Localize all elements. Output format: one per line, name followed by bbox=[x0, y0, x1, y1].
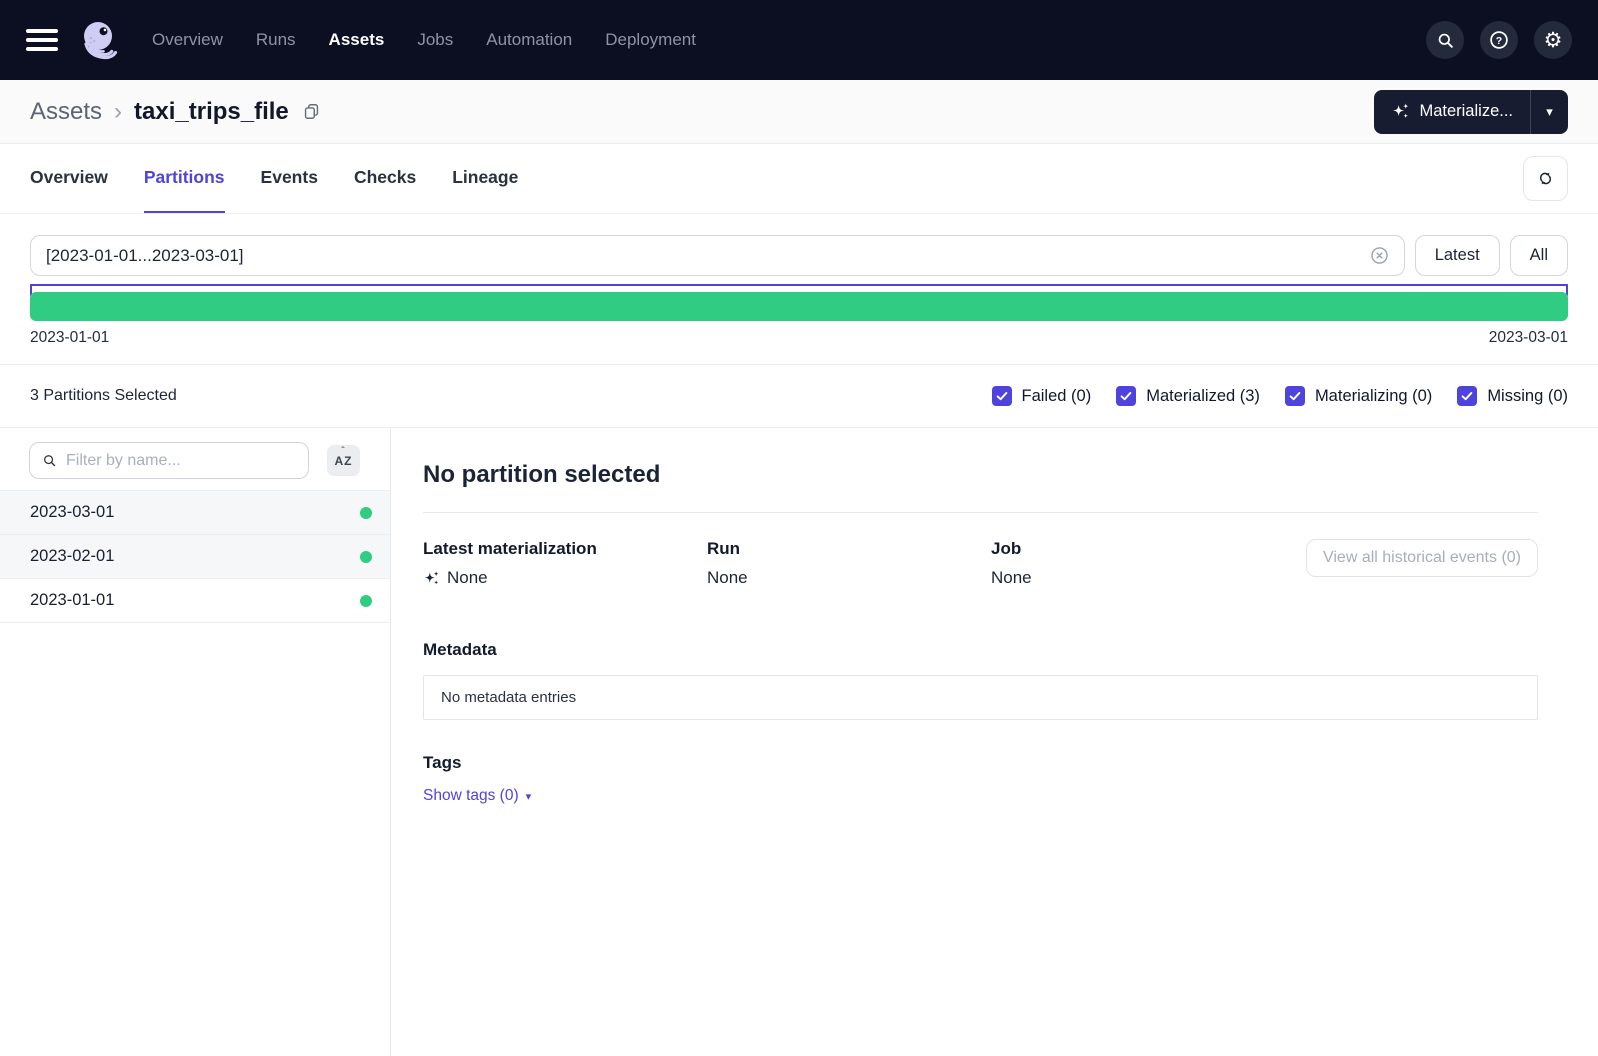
clear-range-icon[interactable] bbox=[1369, 245, 1390, 266]
tags-heading: Tags bbox=[423, 753, 1538, 773]
partition-range-section: [2023-01-01...2023-03-01] Latest All 202… bbox=[0, 214, 1598, 364]
nav-item-jobs[interactable]: Jobs bbox=[417, 30, 453, 50]
nav-item-runs[interactable]: Runs bbox=[256, 30, 296, 50]
tab-partitions[interactable]: Partitions bbox=[144, 144, 225, 213]
partitions-selected-count: 3 Partitions Selected bbox=[30, 387, 177, 405]
latest-button[interactable]: Latest bbox=[1415, 235, 1500, 276]
filter-materialized[interactable]: Materialized (3) bbox=[1116, 386, 1260, 406]
filter-failed[interactable]: Failed (0) bbox=[992, 386, 1092, 406]
partition-list-panel: ˆ AZ 2023-03-01 2023-02-01 2023-01-01 bbox=[0, 428, 391, 1056]
checkbox-checked-icon[interactable] bbox=[992, 386, 1012, 406]
nav-actions: ? ⚙ bbox=[1426, 21, 1572, 59]
job-stat: Job None bbox=[991, 539, 1275, 588]
settings-gear-icon[interactable]: ⚙ bbox=[1534, 21, 1572, 59]
metadata-heading: Metadata bbox=[423, 640, 1538, 660]
partition-row[interactable]: 2023-03-01 bbox=[0, 491, 390, 535]
breadcrumb-assets-link[interactable]: Assets bbox=[30, 98, 102, 126]
partition-list: 2023-03-01 2023-02-01 2023-01-01 bbox=[0, 490, 390, 623]
chevron-down-icon: ▾ bbox=[526, 790, 532, 803]
partition-range-value: [2023-01-01...2023-03-01] bbox=[46, 246, 1369, 266]
svg-text:?: ? bbox=[1496, 35, 1502, 47]
nav-item-deployment[interactable]: Deployment bbox=[605, 30, 696, 50]
breadcrumb-separator: › bbox=[114, 98, 122, 126]
range-end-label: 2023-03-01 bbox=[1489, 329, 1568, 347]
dagster-app: Overview Runs Assets Jobs Automation Dep… bbox=[0, 0, 1598, 1056]
filter-by-name-field[interactable] bbox=[66, 452, 296, 470]
partition-row[interactable]: 2023-02-01 bbox=[0, 535, 390, 579]
range-start-label: 2023-01-01 bbox=[30, 329, 109, 347]
checkbox-checked-icon[interactable] bbox=[1285, 386, 1305, 406]
partition-row[interactable]: 2023-01-01 bbox=[0, 579, 390, 623]
asset-header: Assets › taxi_trips_file Materialize... … bbox=[0, 80, 1598, 144]
materialized-status-dot bbox=[360, 507, 372, 519]
page-title: taxi_trips_file bbox=[134, 98, 289, 126]
refresh-icon bbox=[1536, 169, 1555, 188]
detail-title: No partition selected bbox=[423, 461, 1538, 489]
view-historical-events-button[interactable]: View all historical events (0) bbox=[1306, 539, 1538, 577]
materialized-status-dot bbox=[360, 595, 372, 607]
nav-item-automation[interactable]: Automation bbox=[486, 30, 572, 50]
refresh-button[interactable] bbox=[1523, 156, 1568, 201]
checkbox-checked-icon[interactable] bbox=[1116, 386, 1136, 406]
checkbox-checked-icon[interactable] bbox=[1457, 386, 1477, 406]
tab-checks[interactable]: Checks bbox=[354, 144, 416, 213]
copy-icon[interactable] bbox=[302, 102, 321, 121]
materialize-button-group: Materialize... ▾ bbox=[1374, 90, 1568, 134]
materialize-dropdown-button[interactable]: ▾ bbox=[1531, 90, 1568, 134]
partition-health-bar[interactable] bbox=[30, 292, 1568, 321]
tab-overview[interactable]: Overview bbox=[30, 144, 108, 213]
materialized-status-dot bbox=[360, 551, 372, 563]
asset-tabs-row: Overview Partitions Events Checks Lineag… bbox=[0, 144, 1598, 214]
metadata-empty-box: No metadata entries bbox=[423, 675, 1538, 720]
sparkle-icon bbox=[1391, 102, 1410, 121]
status-filters: Failed (0) Materialized (3) Materializin… bbox=[992, 386, 1568, 406]
materialize-button[interactable]: Materialize... bbox=[1374, 90, 1530, 134]
primary-nav: Overview Runs Assets Jobs Automation Dep… bbox=[152, 30, 696, 50]
asset-tabs: Overview Partitions Events Checks Lineag… bbox=[30, 144, 518, 213]
sort-alphabetical-icon[interactable]: ˆ AZ bbox=[327, 445, 360, 476]
nav-item-assets[interactable]: Assets bbox=[329, 30, 385, 50]
filter-missing[interactable]: Missing (0) bbox=[1457, 386, 1568, 406]
top-nav: Overview Runs Assets Jobs Automation Dep… bbox=[0, 0, 1598, 80]
partition-filter-input[interactable] bbox=[29, 442, 309, 479]
search-icon[interactable] bbox=[1426, 21, 1464, 59]
help-icon[interactable]: ? bbox=[1480, 21, 1518, 59]
divider bbox=[423, 512, 1538, 513]
search-icon bbox=[42, 453, 57, 468]
hamburger-menu-icon[interactable] bbox=[26, 29, 58, 51]
partition-detail-panel: No partition selected Latest materializa… bbox=[391, 428, 1598, 1056]
latest-materialization-stat: Latest materialization None bbox=[423, 539, 707, 588]
tab-lineage[interactable]: Lineage bbox=[452, 144, 518, 213]
run-stat: Run None bbox=[707, 539, 991, 588]
selection-summary-row: 3 Partitions Selected Failed (0) Materia… bbox=[0, 364, 1598, 428]
filter-materializing[interactable]: Materializing (0) bbox=[1285, 386, 1432, 406]
nav-item-overview[interactable]: Overview bbox=[152, 30, 223, 50]
tab-events[interactable]: Events bbox=[261, 144, 318, 213]
partition-range-input[interactable]: [2023-01-01...2023-03-01] bbox=[30, 235, 1405, 276]
show-tags-toggle[interactable]: Show tags (0) ▾ bbox=[423, 787, 531, 805]
dagster-logo-icon bbox=[76, 18, 120, 62]
chevron-down-icon: ▾ bbox=[1546, 104, 1553, 119]
sparkle-icon bbox=[423, 570, 440, 587]
all-button[interactable]: All bbox=[1510, 235, 1568, 276]
